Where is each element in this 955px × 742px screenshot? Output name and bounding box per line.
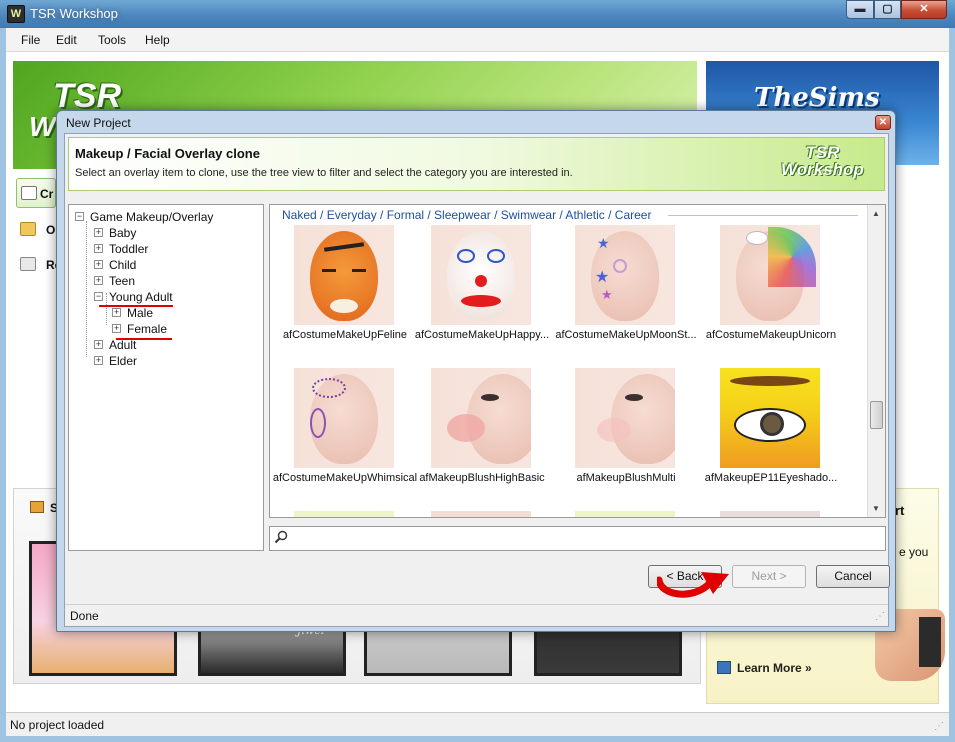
dialog-status-text: Done: [70, 609, 99, 623]
divider: [668, 215, 858, 216]
maximize-button[interactable]: ▢: [874, 0, 901, 19]
next-button[interactable]: Next >: [732, 565, 806, 588]
overlay-item[interactable]: [720, 511, 820, 517]
tsr-logo-subtext: W: [29, 111, 56, 142]
dialog-body: Makeup / Facial Overlay clone Select an …: [64, 133, 890, 627]
status-text: No project loaded: [10, 718, 105, 732]
overlay-thumbnail: [720, 225, 820, 325]
expand-icon[interactable]: +: [94, 276, 103, 285]
overlay-item-label: afCostumeMakeUpWhimsical: [272, 472, 418, 484]
cancel-button[interactable]: Cancel: [816, 565, 890, 588]
search-icon: [274, 530, 288, 544]
overlay-item[interactable]: ★ ★ ★ afCostumeMakeUpMoonSt...: [553, 225, 699, 345]
overlay-item-label: afCostumeMakeUpHappy...: [414, 329, 550, 341]
dialog-title: New Project: [66, 116, 131, 130]
expand-icon[interactable]: +: [94, 244, 103, 253]
title-bar[interactable]: W TSR Workshop ▬ ▢ ✕: [0, 0, 955, 28]
create-link-label: Cr: [40, 187, 54, 201]
overlay-thumbnail: [431, 368, 531, 468]
overlay-item-label: afMakeupBlushHighBasic: [419, 472, 545, 484]
overlay-item-label: afMakeupEP11Eyeshado...: [704, 472, 838, 484]
overlay-item[interactable]: afMakeupBlushHighBasic: [409, 368, 555, 488]
menu-edit[interactable]: Edit: [56, 33, 77, 47]
overlay-thumbnail: ★ ★ ★: [575, 225, 675, 325]
vertical-scrollbar[interactable]: ▲ ▼: [867, 205, 885, 517]
overlay-thumbnail: [575, 368, 675, 468]
expand-icon[interactable]: +: [94, 228, 103, 237]
overlay-thumbnail: [294, 368, 394, 468]
scroll-thumb[interactable]: [870, 401, 883, 429]
dialog-header-subtitle: Select an overlay item to clone, use the…: [75, 167, 573, 179]
overlay-item[interactable]: afMakeupEP11Eyeshado...: [698, 368, 844, 488]
overlay-item[interactable]: [575, 511, 675, 517]
overlay-item[interactable]: afCostumeMakeUpFeline: [272, 225, 418, 345]
dialog-header: Makeup / Facial Overlay clone Select an …: [68, 137, 885, 191]
overlay-thumbnail: [294, 225, 394, 325]
category-tree: − Game Makeup/Overlay + Baby + Toddler +…: [68, 204, 264, 551]
overlay-item-label: afCostumeMakeUpFeline: [282, 329, 408, 341]
create-project-link[interactable]: Cr: [16, 178, 56, 208]
learn-more-label: Learn More »: [737, 661, 812, 675]
menu-file[interactable]: File: [21, 33, 40, 47]
expand-icon[interactable]: +: [94, 356, 103, 365]
overlay-item[interactable]: afCostumeMakeUpHappy...: [409, 225, 555, 345]
collapse-icon[interactable]: −: [94, 292, 103, 301]
overlay-item-label: afCostumeMakeUpMoonSt...: [555, 329, 697, 341]
scroll-up-icon[interactable]: ▲: [872, 209, 880, 218]
learn-more-link[interactable]: Learn More »: [717, 661, 812, 675]
overlay-item-label: afCostumeMakeupUnicorn: [705, 329, 837, 341]
recent-icon: [20, 257, 36, 271]
new-file-icon: [21, 186, 37, 200]
overlay-item[interactable]: [294, 511, 394, 517]
annotation-arrow-icon: [657, 572, 729, 598]
resize-grip-icon[interactable]: ⋰: [875, 611, 885, 622]
overlay-thumbnail: [720, 368, 820, 468]
expand-icon[interactable]: +: [94, 340, 103, 349]
overlay-item[interactable]: afMakeupBlushMulti: [553, 368, 699, 488]
sims-logo: TheSims: [754, 83, 880, 113]
resize-grip-icon[interactable]: ⋰: [934, 721, 944, 732]
folder-icon: [20, 222, 36, 236]
menu-help[interactable]: Help: [145, 33, 170, 47]
promo-text: e you: [899, 545, 929, 559]
overlay-item[interactable]: [431, 511, 531, 517]
overlay-item-label: afMakeupBlushMulti: [576, 472, 676, 484]
new-project-dialog: New Project ✕ Makeup / Facial Overlay cl…: [56, 110, 896, 632]
dialog-status-bar: Done ⋰: [65, 604, 888, 626]
dialog-header-title: Makeup / Facial Overlay clone: [75, 146, 260, 161]
sleeve-image: [919, 617, 941, 667]
tsr-workshop-logo: TSR Workshop: [781, 144, 864, 178]
showcase-icon: [30, 501, 44, 513]
search-input[interactable]: [269, 526, 886, 551]
status-bar: No project loaded ⋰: [6, 712, 949, 736]
overlay-item[interactable]: afCostumeMakeUpWhimsical: [272, 368, 418, 488]
expand-icon[interactable]: +: [112, 308, 121, 317]
overlay-thumbnail: [431, 225, 531, 325]
expand-icon[interactable]: +: [112, 324, 121, 333]
logo-line-1: TSR: [805, 143, 840, 162]
category-filter-header: Naked / Everyday / Formal / Sleepwear / …: [282, 208, 652, 222]
menu-bar: File Edit Tools Help: [6, 28, 949, 52]
logo-line-2: Workshop: [781, 160, 864, 179]
dialog-close-button[interactable]: ✕: [875, 115, 891, 130]
collapse-icon[interactable]: −: [75, 212, 84, 221]
minimize-button[interactable]: ▬: [846, 0, 874, 19]
book-icon: [717, 661, 731, 674]
scroll-down-icon[interactable]: ▼: [872, 504, 880, 513]
overlay-item[interactable]: afCostumeMakeupUnicorn: [698, 225, 844, 345]
expand-icon[interactable]: +: [94, 260, 103, 269]
app-logo-icon: W: [7, 5, 25, 23]
window-title: TSR Workshop: [30, 6, 118, 21]
menu-tools[interactable]: Tools: [98, 33, 126, 47]
close-button[interactable]: ✕: [901, 0, 947, 19]
promo-heading: rt: [895, 503, 905, 518]
overlay-item-grid: Naked / Everyday / Formal / Sleepwear / …: [269, 204, 886, 518]
